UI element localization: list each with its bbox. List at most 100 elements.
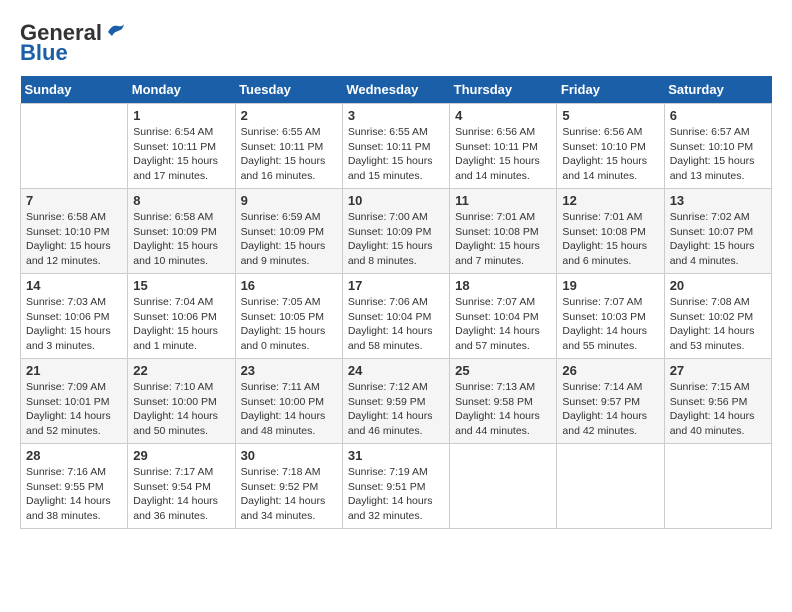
day-info-text: Sunrise: 7:11 AM Sunset: 10:00 PM Daylig… [241,380,337,439]
day-info-text: Sunrise: 7:13 AM Sunset: 9:58 PM Dayligh… [455,380,551,439]
day-of-week-header: Friday [557,76,664,104]
day-info-text: Sunrise: 6:56 AM Sunset: 10:11 PM Daylig… [455,125,551,184]
day-number: 30 [241,448,337,463]
calendar-day-cell: 15 Sunrise: 7:04 AM Sunset: 10:06 PM Dayl… [128,274,235,359]
day-number: 25 [455,363,551,378]
calendar-day-cell: 23 Sunrise: 7:11 AM Sunset: 10:00 PM Dayl… [235,359,342,444]
day-info-text: Sunrise: 6:54 AM Sunset: 10:11 PM Daylig… [133,125,229,184]
day-info-text: Sunrise: 6:56 AM Sunset: 10:10 PM Daylig… [562,125,658,184]
day-of-week-header: Tuesday [235,76,342,104]
calendar-table: SundayMondayTuesdayWednesdayThursdayFrid… [20,76,772,529]
day-number: 27 [670,363,766,378]
calendar-week-row: 7 Sunrise: 6:58 AM Sunset: 10:10 PM Dayli… [21,189,772,274]
day-number: 7 [26,193,122,208]
day-of-week-header: Monday [128,76,235,104]
calendar-week-row: 28Sunrise: 7:16 AM Sunset: 9:55 PM Dayli… [21,444,772,529]
day-number: 8 [133,193,229,208]
calendar-day-cell: 28Sunrise: 7:16 AM Sunset: 9:55 PM Dayli… [21,444,128,529]
calendar-day-cell: 4 Sunrise: 6:56 AM Sunset: 10:11 PM Dayli… [450,104,557,189]
day-number: 28 [26,448,122,463]
day-of-week-header: Saturday [664,76,771,104]
day-info-text: Sunrise: 6:57 AM Sunset: 10:10 PM Daylig… [670,125,766,184]
calendar-day-cell: 5 Sunrise: 6:56 AM Sunset: 10:10 PM Dayli… [557,104,664,189]
calendar-day-cell: 30Sunrise: 7:18 AM Sunset: 9:52 PM Dayli… [235,444,342,529]
day-number: 5 [562,108,658,123]
day-of-week-header: Thursday [450,76,557,104]
calendar-day-cell [450,444,557,529]
calendar-day-cell: 21 Sunrise: 7:09 AM Sunset: 10:01 PM Dayl… [21,359,128,444]
day-info-text: Sunrise: 7:00 AM Sunset: 10:09 PM Daylig… [348,210,444,269]
calendar-day-cell: 17Sunrise: 7:06 AM Sunset: 10:04 PM Dayl… [342,274,449,359]
day-info-text: Sunrise: 7:01 AM Sunset: 10:08 PM Daylig… [455,210,551,269]
day-number: 10 [348,193,444,208]
calendar-day-cell: 7 Sunrise: 6:58 AM Sunset: 10:10 PM Dayli… [21,189,128,274]
day-info-text: Sunrise: 6:58 AM Sunset: 10:10 PM Daylig… [26,210,122,269]
day-info-text: Sunrise: 7:07 AM Sunset: 10:04 PM Daylig… [455,295,551,354]
calendar-day-cell: 31 Sunrise: 7:19 AM Sunset: 9:51 PM Dayli… [342,444,449,529]
day-info-text: Sunrise: 6:55 AM Sunset: 10:11 PM Daylig… [241,125,337,184]
calendar-day-cell: 8 Sunrise: 6:58 AM Sunset: 10:09 PM Dayli… [128,189,235,274]
day-info-text: Sunrise: 6:58 AM Sunset: 10:09 PM Daylig… [133,210,229,269]
calendar-day-cell: 24 Sunrise: 7:12 AM Sunset: 9:59 PM Dayli… [342,359,449,444]
calendar-day-cell: 12Sunrise: 7:01 AM Sunset: 10:08 PM Dayl… [557,189,664,274]
day-info-text: Sunrise: 7:09 AM Sunset: 10:01 PM Daylig… [26,380,122,439]
calendar-day-cell: 1 Sunrise: 6:54 AM Sunset: 10:11 PM Dayli… [128,104,235,189]
day-info-text: Sunrise: 7:12 AM Sunset: 9:59 PM Dayligh… [348,380,444,439]
calendar-day-cell: 18 Sunrise: 7:07 AM Sunset: 10:04 PM Dayl… [450,274,557,359]
calendar-day-cell: 25 Sunrise: 7:13 AM Sunset: 9:58 PM Dayli… [450,359,557,444]
header: General Blue [20,20,772,66]
day-info-text: Sunrise: 7:15 AM Sunset: 9:56 PM Dayligh… [670,380,766,439]
calendar-week-row: 14Sunrise: 7:03 AM Sunset: 10:06 PM Dayl… [21,274,772,359]
calendar-day-cell [21,104,128,189]
day-number: 12 [562,193,658,208]
day-info-text: Sunrise: 7:04 AM Sunset: 10:06 PM Daylig… [133,295,229,354]
day-number: 13 [670,193,766,208]
logo-blue-text: Blue [20,40,68,66]
day-number: 29 [133,448,229,463]
day-number: 24 [348,363,444,378]
day-number: 19 [562,278,658,293]
day-number: 6 [670,108,766,123]
calendar-day-cell: 13 Sunrise: 7:02 AM Sunset: 10:07 PM Dayl… [664,189,771,274]
day-info-text: Sunrise: 7:17 AM Sunset: 9:54 PM Dayligh… [133,465,229,524]
day-of-week-header: Sunday [21,76,128,104]
day-number: 31 [348,448,444,463]
calendar-week-row: 21 Sunrise: 7:09 AM Sunset: 10:01 PM Dayl… [21,359,772,444]
calendar-day-cell: 29 Sunrise: 7:17 AM Sunset: 9:54 PM Dayli… [128,444,235,529]
calendar-day-cell: 9Sunrise: 6:59 AM Sunset: 10:09 PM Dayli… [235,189,342,274]
day-info-text: Sunrise: 7:07 AM Sunset: 10:03 PM Daylig… [562,295,658,354]
calendar-day-cell: 27 Sunrise: 7:15 AM Sunset: 9:56 PM Dayli… [664,359,771,444]
calendar-day-cell: 11 Sunrise: 7:01 AM Sunset: 10:08 PM Dayl… [450,189,557,274]
logo-bird-icon [104,22,126,40]
day-info-text: Sunrise: 7:05 AM Sunset: 10:05 PM Daylig… [241,295,337,354]
day-info-text: Sunrise: 7:02 AM Sunset: 10:07 PM Daylig… [670,210,766,269]
day-number: 20 [670,278,766,293]
day-number: 23 [241,363,337,378]
day-number: 1 [133,108,229,123]
day-number: 14 [26,278,122,293]
day-info-text: Sunrise: 7:19 AM Sunset: 9:51 PM Dayligh… [348,465,444,524]
calendar-day-cell: 10 Sunrise: 7:00 AM Sunset: 10:09 PM Dayl… [342,189,449,274]
calendar-day-cell: 14Sunrise: 7:03 AM Sunset: 10:06 PM Dayl… [21,274,128,359]
day-of-week-header: Wednesday [342,76,449,104]
calendar-day-cell: 22Sunrise: 7:10 AM Sunset: 10:00 PM Dayl… [128,359,235,444]
day-number: 2 [241,108,337,123]
calendar-day-cell: 2 Sunrise: 6:55 AM Sunset: 10:11 PM Dayli… [235,104,342,189]
calendar-day-cell: 6 Sunrise: 6:57 AM Sunset: 10:10 PM Dayli… [664,104,771,189]
calendar-day-cell [557,444,664,529]
day-number: 21 [26,363,122,378]
calendar-header-row: SundayMondayTuesdayWednesdayThursdayFrid… [21,76,772,104]
day-number: 11 [455,193,551,208]
calendar-week-row: 1 Sunrise: 6:54 AM Sunset: 10:11 PM Dayli… [21,104,772,189]
day-number: 22 [133,363,229,378]
calendar-day-cell [664,444,771,529]
day-number: 18 [455,278,551,293]
day-number: 15 [133,278,229,293]
calendar-day-cell: 16Sunrise: 7:05 AM Sunset: 10:05 PM Dayl… [235,274,342,359]
day-info-text: Sunrise: 6:55 AM Sunset: 10:11 PM Daylig… [348,125,444,184]
day-number: 4 [455,108,551,123]
day-info-text: Sunrise: 7:14 AM Sunset: 9:57 PM Dayligh… [562,380,658,439]
calendar-day-cell: 26 Sunrise: 7:14 AM Sunset: 9:57 PM Dayli… [557,359,664,444]
day-number: 26 [562,363,658,378]
day-info-text: Sunrise: 7:06 AM Sunset: 10:04 PM Daylig… [348,295,444,354]
